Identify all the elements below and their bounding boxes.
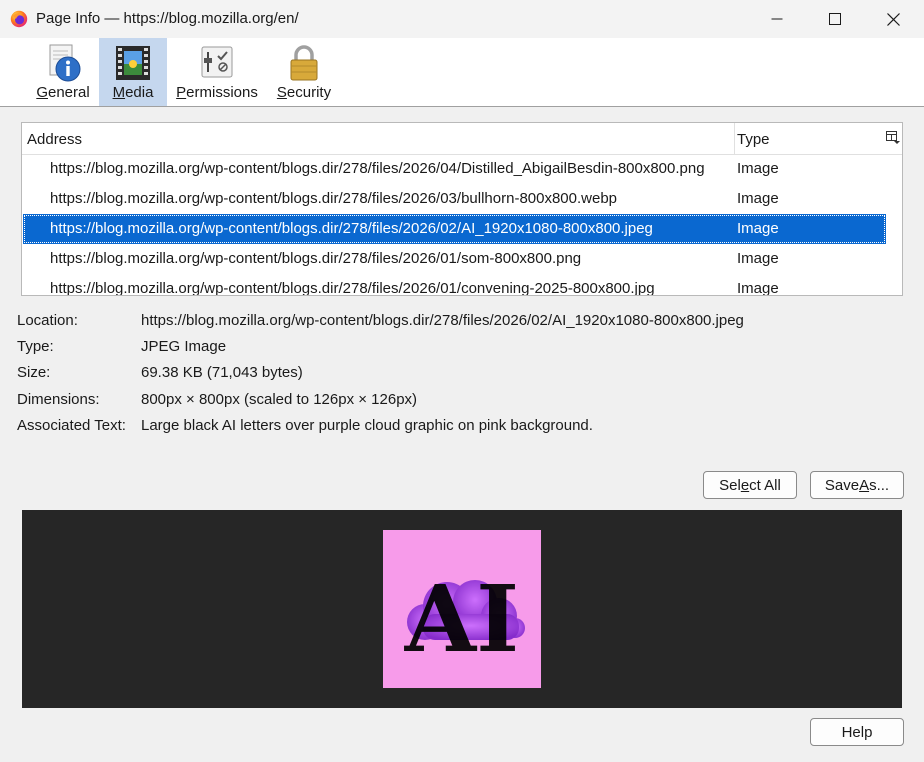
close-icon xyxy=(886,12,900,26)
detail-label: Type: xyxy=(17,338,54,355)
row-address: https://blog.mozilla.org/wp-content/blog… xyxy=(50,160,705,177)
column-picker-icon[interactable] xyxy=(886,131,900,145)
detail-label: Location: xyxy=(17,312,78,329)
table-row[interactable]: https://blog.mozilla.org/wp-content/blog… xyxy=(23,154,886,184)
dimensions-value: 800px × 800px (scaled to 126px × 126px) xyxy=(141,391,418,408)
column-separator[interactable] xyxy=(734,123,735,154)
type-value: JPEG Image xyxy=(141,338,227,355)
detail-label: Associated Text: xyxy=(17,417,126,434)
detail-label: Size: xyxy=(17,364,51,381)
select-all-button[interactable]: Sel e ct All xyxy=(703,471,797,499)
permissions-icon xyxy=(201,46,233,78)
row-type: Image xyxy=(737,190,779,207)
tab-security[interactable]: Security xyxy=(272,38,336,106)
tab-media[interactable]: Media xyxy=(99,38,167,106)
row-type: Image xyxy=(737,220,779,237)
row-address: https://blog.mozilla.org/wp-content/blog… xyxy=(50,280,655,296)
size-value: 69.38 KB (71,043 bytes) xyxy=(141,364,303,381)
preview-image: AI xyxy=(383,530,541,688)
row-address: https://blog.mozilla.org/wp-content/blog… xyxy=(50,220,653,237)
minimize-icon xyxy=(771,18,783,20)
row-type: Image xyxy=(737,280,779,296)
location-value[interactable]: https://blog.mozilla.org/wp-content/blog… xyxy=(141,312,744,329)
column-header-address[interactable]: Address xyxy=(27,131,82,148)
close-button[interactable] xyxy=(864,0,922,38)
table-row[interactable]: https://blog.mozilla.org/wp-content/blog… xyxy=(23,274,886,296)
media-icon xyxy=(116,46,150,80)
table-row-selected[interactable]: https://blog.mozilla.org/wp-content/blog… xyxy=(23,214,886,244)
list-header: Address Type xyxy=(22,123,902,155)
minimize-button[interactable] xyxy=(748,0,806,38)
media-preview: AI xyxy=(22,510,902,708)
tab-general[interactable]: General xyxy=(30,38,96,106)
row-type: Image xyxy=(737,250,779,267)
row-type: Image xyxy=(737,160,779,177)
table-row[interactable]: https://blog.mozilla.org/wp-content/blog… xyxy=(23,244,886,274)
associated-text-value: Large black AI letters over purple cloud… xyxy=(141,417,593,434)
row-address: https://blog.mozilla.org/wp-content/blog… xyxy=(50,190,618,207)
lock-icon xyxy=(290,45,318,81)
row-address: https://blog.mozilla.org/wp-content/blog… xyxy=(50,250,582,267)
info-icon xyxy=(49,44,81,82)
tab-permissions[interactable]: Permissions xyxy=(174,38,260,106)
save-as-button[interactable]: Save As... xyxy=(810,471,904,499)
firefox-icon xyxy=(10,10,28,28)
maximize-button[interactable] xyxy=(806,0,864,38)
table-row[interactable]: https://blog.mozilla.org/wp-content/blog… xyxy=(23,184,886,214)
tab-toolbar: General Media Permissions Security xyxy=(0,38,924,107)
help-button[interactable]: Help xyxy=(810,718,904,746)
column-header-type[interactable]: Type xyxy=(737,131,770,148)
detail-label: Dimensions: xyxy=(17,391,100,408)
media-list[interactable]: Address Type https://blog.mozilla.org/wp… xyxy=(21,122,903,296)
window-title: Page Info — https://blog.mozilla.org/en/ xyxy=(36,10,299,27)
preview-image-text: AI xyxy=(404,565,519,673)
title-bar: Page Info — https://blog.mozilla.org/en/ xyxy=(0,0,924,38)
maximize-icon xyxy=(829,13,841,25)
